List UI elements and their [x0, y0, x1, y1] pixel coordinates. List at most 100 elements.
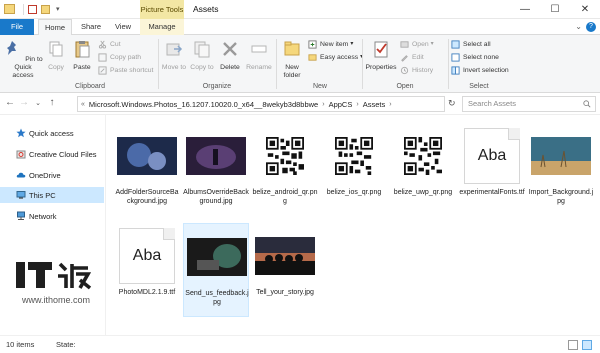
up-arrow-icon[interactable]: ↑ [46, 97, 58, 108]
copy-label: Copy [48, 64, 64, 71]
tab-home[interactable]: Home [38, 19, 72, 36]
rename-button[interactable]: Rename [245, 39, 273, 72]
address-bar[interactable]: « Microsoft.Windows.Photos_16.1207.10020… [77, 96, 445, 112]
properties-button[interactable]: Properties [365, 39, 397, 72]
edit-label: Edit [412, 54, 424, 61]
history-button[interactable]: History [400, 66, 433, 75]
file-item[interactable]: AddFolderSourceBackground.jpg [114, 123, 180, 217]
file-thumbnail: Aba [117, 226, 177, 286]
new-item-button[interactable]: New item ▾ [308, 40, 353, 49]
file-item[interactable]: Aba PhotoMDL2.1.9.ttf [114, 223, 180, 317]
file-item[interactable]: Tell_your_story.jpg [252, 223, 318, 317]
copy-to-button[interactable]: Copy to [189, 39, 215, 72]
file-item[interactable]: Import_Background.jpg [528, 123, 594, 217]
sidebar-item-this-pc[interactable]: This PC [0, 187, 104, 203]
new-folder-button[interactable]: New folder [279, 39, 305, 80]
new-item-icon [308, 40, 317, 49]
sidebar-item-label: This PC [29, 190, 56, 200]
large-icons-view-icon[interactable] [582, 340, 592, 350]
breadcrumb-item[interactable]: AppCS [329, 100, 353, 109]
refresh-icon[interactable]: ↻ [448, 98, 456, 109]
qr-code-thumbnail [404, 137, 442, 175]
file-name: belize_android_qr.png [252, 189, 318, 205]
open-button[interactable]: Open ▾ [400, 40, 434, 49]
cut-button[interactable]: Cut [98, 40, 121, 49]
move-to-button[interactable]: Move to [161, 39, 187, 72]
copy-button[interactable]: Copy [44, 39, 68, 72]
recent-locations-icon[interactable]: ⌄ [32, 99, 44, 107]
status-bar: 10 items State: [0, 335, 600, 353]
history-icon [400, 66, 409, 75]
photo-thumbnail [187, 238, 247, 276]
font-preview: Aba [119, 228, 175, 284]
breadcrumb-chevron-icon[interactable]: › [356, 101, 358, 108]
file-item[interactable]: Aba experimentalFonts.ttf [459, 123, 525, 217]
select-all-label: Select all [463, 41, 491, 48]
tab-share[interactable]: Share [76, 19, 106, 35]
item-count: 10 items [6, 340, 35, 349]
rename-icon [251, 45, 267, 53]
file-name: Import_Background.jpg [528, 189, 594, 205]
select-all-button[interactable]: Select all [451, 40, 491, 49]
creative-cloud-icon [16, 150, 26, 159]
file-item[interactable]: Send_us_feedback.jpg [183, 223, 249, 317]
invert-selection-button[interactable]: Invert selection [451, 66, 509, 75]
open-icon [400, 41, 409, 48]
dropdown-arrow-icon: ▾ [350, 41, 354, 47]
breadcrumb-item[interactable]: Assets [363, 100, 386, 109]
copy-path-button[interactable]: Copy path [98, 53, 141, 62]
file-name: belize_ios_qr.png [326, 189, 382, 196]
breadcrumb-item[interactable]: Microsoft.Windows.Photos_16.1207.10020.0… [89, 100, 318, 109]
ribbon: Pin to Quick access Copy Paste Cut Copy … [0, 35, 600, 93]
tab-view[interactable]: View [108, 19, 138, 35]
ithome-logo [16, 262, 92, 290]
delete-button[interactable]: Delete [217, 39, 243, 72]
divider [276, 39, 277, 89]
maximize-button[interactable]: ☐ [540, 0, 570, 19]
expand-ribbon-icon[interactable]: ⌄ [575, 22, 582, 31]
paste-shortcut-button[interactable]: Paste shortcut [98, 66, 153, 75]
breadcrumb-chevron-icon[interactable]: › [389, 101, 391, 108]
file-thumbnail [117, 126, 177, 186]
sidebar-item-creative-cloud[interactable]: Creative Cloud Files [0, 146, 104, 162]
clipboard-group-label: Clipboard [75, 83, 105, 90]
scissors-icon [98, 40, 107, 49]
breadcrumb-chevron-icon[interactable]: › [322, 101, 324, 108]
edit-button[interactable]: Edit [400, 53, 424, 62]
file-thumbnail [531, 126, 591, 186]
pin-to-quick-access-button[interactable]: Pin to Quick access [3, 39, 43, 80]
new-folder-quick-icon[interactable] [41, 4, 50, 14]
help-icon[interactable]: ? [586, 22, 596, 32]
properties-quick-icon[interactable] [28, 4, 37, 14]
sidebar-item-onedrive[interactable]: OneDrive [0, 167, 104, 183]
back-arrow-icon[interactable]: ← [4, 97, 16, 108]
file-name: AlbumsOverrideBackground.jpg [183, 189, 249, 205]
sidebar-item-network[interactable]: Network [0, 208, 104, 224]
file-item[interactable]: belize_android_qr.png [252, 123, 318, 217]
close-button[interactable]: ✕ [570, 0, 600, 19]
state-label: State: [56, 340, 76, 349]
sidebar-item-quick-access[interactable]: Quick access [0, 125, 104, 141]
search-input[interactable]: Search Assets [462, 96, 596, 112]
customize-quick-access-icon[interactable]: ▾ [56, 5, 60, 13]
select-all-icon [451, 40, 460, 49]
minimize-button[interactable]: — [510, 0, 540, 19]
details-view-icon[interactable] [568, 340, 578, 350]
breadcrumb-chevron-icon[interactable]: « [81, 101, 85, 108]
organize-group-label: Organize [202, 83, 232, 90]
navigation-bar: ← → ⌄ ↑ « Microsoft.Windows.Photos_16.12… [0, 93, 600, 115]
quick-access-toolbar: ▾ [4, 3, 60, 15]
divider [448, 39, 449, 89]
paste-button[interactable]: Paste [70, 39, 94, 72]
file-item[interactable]: belize_uwp_qr.png [390, 123, 456, 217]
file-item[interactable]: belize_ios_qr.png [321, 123, 387, 217]
tab-manage[interactable]: Manage [140, 19, 184, 35]
qr-code-thumbnail [266, 137, 304, 175]
move-to-label: Move to [161, 64, 187, 71]
forward-arrow-icon[interactable]: → [18, 97, 30, 108]
pin-label: Pin to Quick access [12, 56, 43, 79]
file-item[interactable]: AlbumsOverrideBackground.jpg [183, 123, 249, 217]
easy-access-button[interactable]: Easy access ▾ [308, 53, 363, 62]
select-none-button[interactable]: Select none [451, 53, 499, 62]
divider [158, 39, 159, 89]
